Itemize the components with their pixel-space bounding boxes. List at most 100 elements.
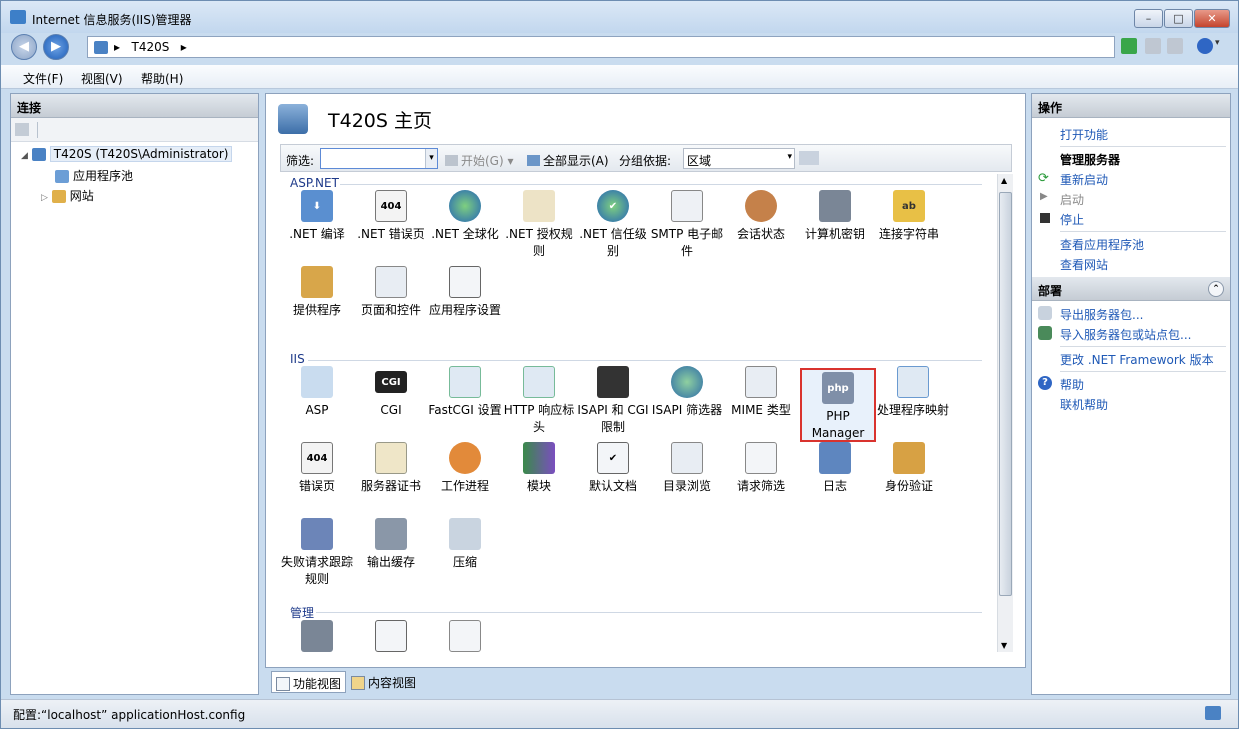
collapse-section-icon[interactable]: ⌃ — [1208, 281, 1224, 297]
feature-app-settings[interactable]: 应用程序设置 — [428, 266, 502, 319]
log-icon — [819, 442, 851, 474]
handler-mapping-icon — [897, 366, 929, 398]
deploy-section-header[interactable]: 部署 ⌃ — [1032, 277, 1230, 301]
action-help[interactable]: 帮助 — [1060, 376, 1084, 393]
refresh-icon[interactable] — [1121, 38, 1137, 54]
tree-node-sites[interactable]: ▷ 网站 — [21, 187, 232, 207]
action-open-feature[interactable]: 打开功能 — [1060, 126, 1108, 143]
breadcrumb-t420s[interactable]: T420S — [131, 40, 169, 54]
feature-providers[interactable]: 提供程序 — [280, 266, 354, 319]
back-button[interactable]: ◀ — [11, 34, 37, 60]
stop-icon[interactable] — [1145, 38, 1161, 54]
feature-net-compilation[interactable]: ⬇ .NET 编译 — [280, 190, 354, 243]
feature-net-globalization[interactable]: .NET 全球化 — [428, 190, 502, 243]
view-mode-icon[interactable] — [799, 151, 819, 165]
expand-arrow-icon[interactable]: ▷ — [41, 193, 48, 203]
menu-file[interactable]: 文件(F) — [23, 70, 63, 87]
feature-logging[interactable]: 日志 — [798, 442, 872, 495]
feature-http-response-headers[interactable]: HTTP 响应标头 — [502, 366, 576, 436]
feature-smtp-email[interactable]: SMTP 电子邮件 — [650, 190, 724, 260]
home-icon[interactable] — [1167, 38, 1183, 54]
feature-net-authorization[interactable]: .NET 授权规则 — [502, 190, 576, 260]
feature-net-trust-levels[interactable]: ✔ .NET 信任级别 — [576, 190, 650, 260]
show-all-button[interactable]: 全部显示(A) — [527, 152, 609, 169]
feature-default-document[interactable]: ✔ 默认文档 — [576, 442, 650, 495]
start-button[interactable]: 开始(G) ▾ — [445, 152, 514, 169]
feature-management-1[interactable] — [280, 620, 354, 652]
feature-handler-mappings[interactable]: 处理程序映射 — [876, 366, 950, 419]
feature-output-caching[interactable]: 输出缓存 — [354, 518, 428, 571]
action-view-app-pools[interactable]: 查看应用程序池 — [1060, 236, 1144, 253]
output-cache-icon — [375, 518, 407, 550]
content-view-icon — [351, 676, 365, 690]
forward-button[interactable]: ▶ — [43, 34, 69, 60]
feature-failed-request-tracing[interactable]: 失败请求跟踪规则 — [280, 518, 354, 588]
menu-help[interactable]: 帮助(H) — [141, 70, 183, 87]
feature-modules[interactable]: 模块 — [502, 442, 576, 495]
feature-cgi[interactable]: CGI CGI — [354, 366, 428, 419]
feature-authentication[interactable]: 身份验证 — [872, 442, 946, 495]
feature-management-3[interactable] — [428, 620, 502, 652]
settings-list-icon — [449, 266, 481, 298]
group-dropdown-icon: ▾ — [787, 152, 792, 162]
group-by-select[interactable]: 区域 ▾ — [683, 148, 795, 169]
feature-net-error-pages[interactable]: 404 .NET 错误页 — [354, 190, 428, 243]
filter-dropdown-icon[interactable]: ▾ — [425, 149, 437, 168]
feature-pages-controls[interactable]: 页面和控件 — [354, 266, 428, 319]
globe-icon — [449, 190, 481, 222]
minimize-button[interactable]: – — [1134, 9, 1163, 28]
scroll-down-icon[interactable]: ▼ — [1001, 641, 1007, 650]
feature-asp[interactable]: ASP — [280, 366, 354, 419]
help-dropdown-icon[interactable]: ▾ — [1215, 38, 1223, 54]
tab-content-view[interactable]: 内容视图 — [347, 671, 420, 693]
default-document-icon: ✔ — [597, 442, 629, 474]
isapi-filter-icon — [671, 366, 703, 398]
feature-compression[interactable]: 压缩 — [428, 518, 502, 571]
request-filter-icon — [745, 442, 777, 474]
action-import-package[interactable]: 导入服务器包或站点包... — [1060, 326, 1191, 343]
breadcrumb-chevron[interactable]: ▸ — [181, 40, 187, 54]
php-icon: php — [822, 372, 854, 404]
collapse-arrow-icon[interactable]: ◢ — [21, 151, 28, 161]
feature-request-filtering[interactable]: 请求筛选 — [724, 442, 798, 495]
scroll-up-icon[interactable]: ▲ — [1001, 176, 1007, 185]
feature-session-state[interactable]: 会话状态 — [724, 190, 798, 243]
scrollbar-thumb[interactable] — [999, 192, 1012, 596]
maximize-button[interactable]: □ — [1164, 9, 1193, 28]
feature-isapi-cgi-restrictions[interactable]: ISAPI 和 CGI 限制 — [576, 366, 650, 436]
action-online-help[interactable]: 联机帮助 — [1060, 396, 1108, 413]
modules-icon — [523, 442, 555, 474]
close-button[interactable]: ✕ — [1194, 9, 1230, 28]
warning-404-icon: 404 — [301, 442, 333, 474]
action-view-sites[interactable]: 查看网站 — [1060, 256, 1108, 273]
tree-node-app-pools[interactable]: 应用程序池 — [21, 167, 232, 187]
http-header-icon — [523, 366, 555, 398]
feature-php-manager[interactable]: php PHP Manager — [800, 368, 876, 442]
menu-bar: 文件(F) 视图(V) 帮助(H) — [1, 65, 1238, 89]
tab-features-view[interactable]: 功能视图 — [271, 671, 347, 693]
features-scrollbar[interactable]: ▲ ▼ — [997, 174, 1013, 652]
help-icon[interactable] — [1197, 38, 1213, 54]
feature-machine-key[interactable]: 计算机密钥 — [798, 190, 872, 243]
feature-fastcgi[interactable]: FastCGI 设置 — [428, 366, 502, 419]
filter-input[interactable]: ▾ — [320, 148, 438, 169]
feature-connection-strings[interactable]: ab 连接字符串 — [872, 190, 946, 243]
feature-error-pages[interactable]: 404 错误页 — [280, 442, 354, 495]
connect-icon[interactable] — [15, 123, 29, 136]
tree-node-server[interactable]: ◢ T420S (T420S\Administrator) — [21, 146, 233, 167]
action-export-server-package[interactable]: 导出服务器包... — [1060, 306, 1143, 323]
feature-worker-processes[interactable]: 工作进程 — [428, 442, 502, 495]
action-restart[interactable]: 重新启动 — [1060, 171, 1108, 188]
menu-view[interactable]: 视图(V) — [81, 70, 123, 87]
address-bar[interactable]: ▸ T420S ▸ — [87, 36, 1115, 58]
feature-server-certificates[interactable]: 服务器证书 — [354, 442, 428, 495]
category-aspnet: ASP.NET — [290, 176, 339, 190]
feature-isapi-filters[interactable]: ISAPI 筛选器 — [650, 366, 724, 419]
feature-management-2[interactable] — [354, 620, 428, 652]
action-stop[interactable]: 停止 — [1060, 211, 1084, 228]
feature-directory-browsing[interactable]: 目录浏览 — [650, 442, 724, 495]
feature-mime-types[interactable]: MIME 类型 — [724, 366, 798, 419]
action-change-net-framework[interactable]: 更改 .NET Framework 版本 — [1060, 351, 1214, 368]
category-divider — [316, 612, 982, 613]
management-server-icon — [301, 620, 333, 652]
